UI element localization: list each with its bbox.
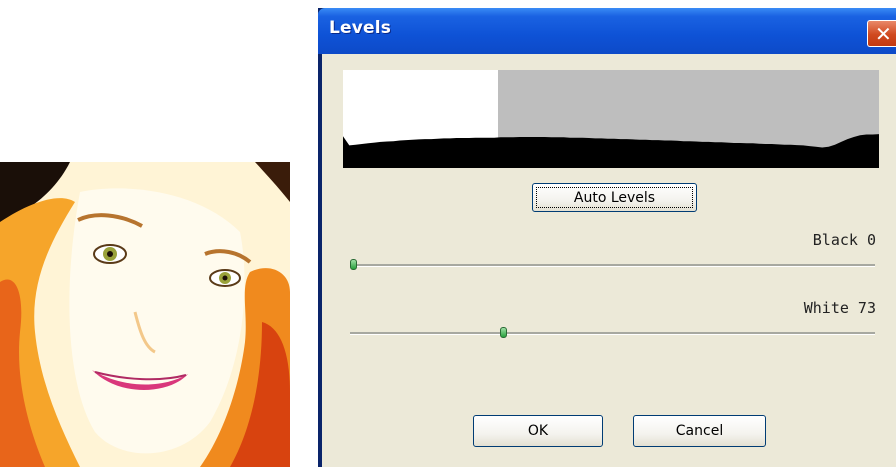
white-level-slider[interactable]	[350, 327, 875, 338]
ok-button[interactable]: OK	[473, 415, 603, 447]
close-icon: ✕	[875, 22, 892, 46]
white-slider-thumb[interactable]	[500, 327, 508, 338]
black-slider-thumb[interactable]	[350, 259, 357, 270]
close-button[interactable]: ✕	[867, 20, 896, 47]
histogram	[343, 70, 879, 168]
white-level-label: White 73	[803, 299, 876, 317]
dialog-title: Levels	[329, 18, 392, 38]
cancel-button[interactable]: Cancel	[633, 415, 766, 447]
black-level-label: Black 0	[812, 231, 876, 249]
title-bar[interactable]: Levels ✕	[318, 8, 896, 54]
auto-levels-button[interactable]: Auto Levels	[532, 183, 697, 212]
dialog-body: Auto Levels Black 0 White 73 OK Cancel	[322, 54, 896, 467]
black-level-slider[interactable]	[350, 259, 875, 270]
portrait-image	[0, 162, 290, 467]
levels-dialog: Levels ✕ Auto Levels Black 0 White 73 OK…	[318, 8, 896, 467]
